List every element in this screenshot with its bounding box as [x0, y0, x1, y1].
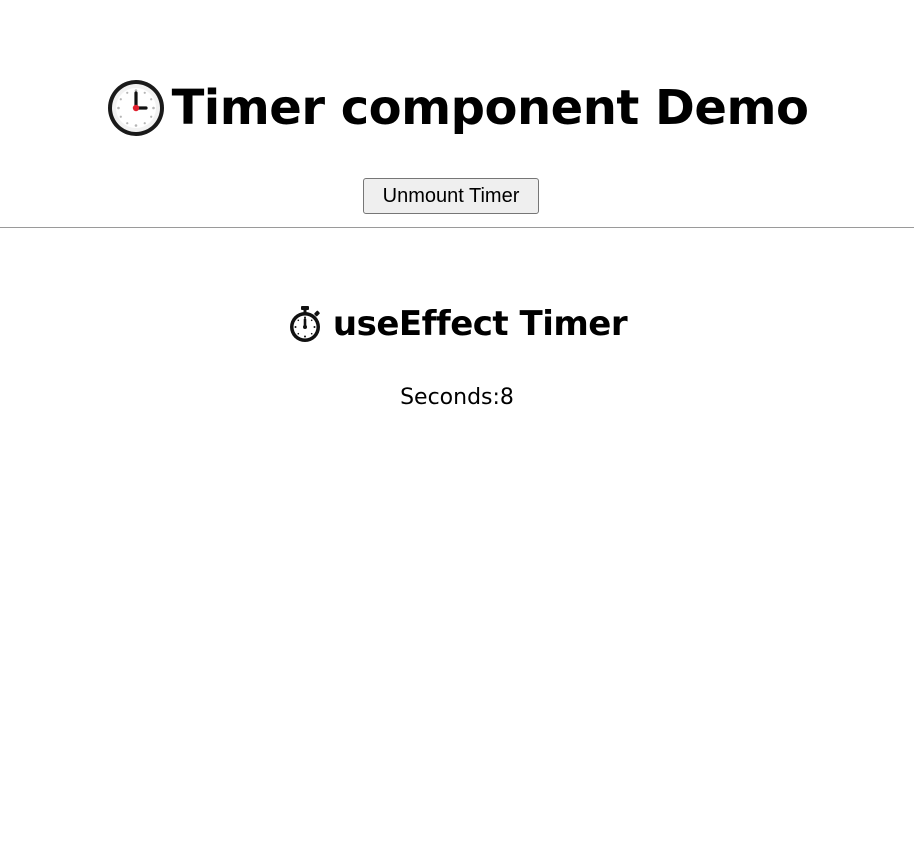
seconds-label: Seconds:: [400, 385, 500, 410]
seconds-readout: Seconds:8: [400, 384, 514, 412]
timer-section: useEffect Timer Seconds:8: [0, 300, 914, 412]
timer-title: useEffect Timer: [332, 304, 628, 344]
header: Timer component Demo: [0, 78, 914, 138]
timer-heading: useEffect Timer: [287, 300, 628, 348]
seconds-value: 8: [499, 385, 514, 410]
clock-icon: [106, 78, 166, 138]
title-wrap: Timer component Demo: [106, 78, 809, 138]
page-title: Timer component Demo: [171, 80, 809, 136]
stopwatch-icon: [287, 305, 323, 343]
unmount-timer-button[interactable]: Unmount Timer: [363, 178, 539, 214]
page: Timer component Demo Unmount Timer useEf…: [0, 0, 914, 867]
divider: [0, 227, 914, 228]
